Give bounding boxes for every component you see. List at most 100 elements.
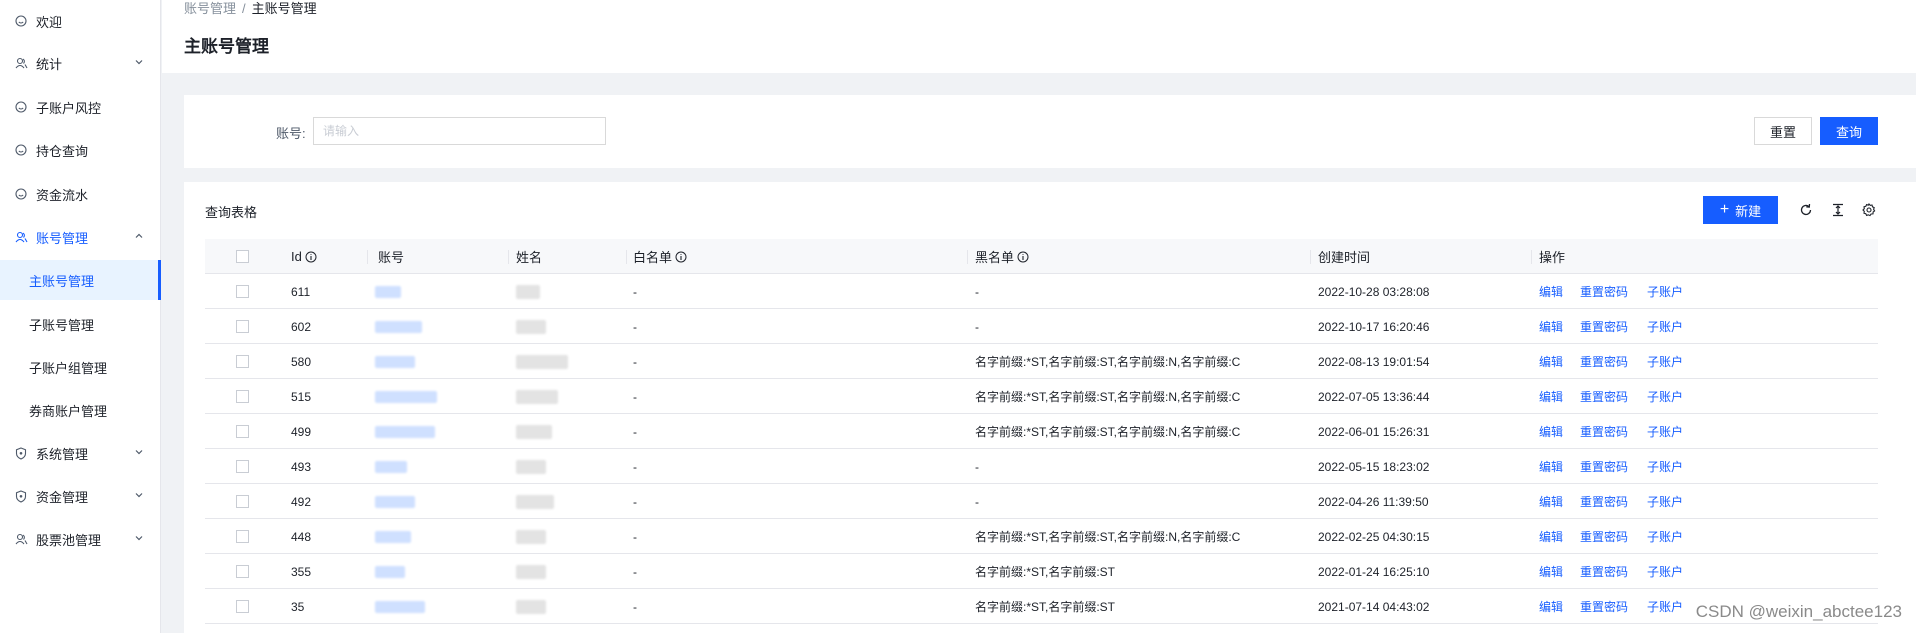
refresh-icon[interactable] [1798,202,1814,218]
row-checkbox[interactable] [236,460,249,473]
info-icon[interactable] [305,251,317,263]
cell-whitelist: - [633,564,637,579]
row-checkbox[interactable] [236,425,249,438]
menu-item-label: 券商账户管理 [29,403,108,419]
sub-account-link[interactable]: 子账户 [1647,484,1683,519]
reset-password-link[interactable]: 重置密码 [1580,449,1628,484]
cell-account [375,484,415,519]
redacted-value [375,565,405,578]
menu-item-label: 子账号管理 [29,317,95,333]
reset-password-link[interactable]: 重置密码 [1580,554,1628,589]
edit-link[interactable]: 编辑 [1539,344,1563,379]
menu-item-stock-pool[interactable]: 股票池管理 [0,519,161,559]
sub-account-link[interactable]: 子账户 [1647,274,1683,309]
query-button[interactable]: 查询 [1820,117,1878,145]
sub-account-link[interactable]: 子账户 [1647,309,1683,344]
reset-password-link[interactable]: 重置密码 [1580,484,1628,519]
sidebar: 欢迎 统计 子账户风控 持仓查询 资金流水 账号管理 主账号管理 子账号管理 子… [0,0,161,633]
edit-link[interactable]: 编辑 [1539,554,1563,589]
column-header-label: Id [291,249,302,264]
column-height-icon[interactable] [1830,202,1846,218]
edit-link[interactable]: 编辑 [1539,519,1563,554]
column-header-whitelist[interactable]: 白名单 [633,239,687,274]
sub-account-link[interactable]: 子账户 [1647,379,1683,414]
row-checkbox-cell [236,414,249,449]
redacted-value [516,529,546,544]
sub-account-link[interactable]: 子账户 [1647,589,1683,624]
menu-item-label: 子账户组管理 [29,360,108,376]
menu-item-risk-control[interactable]: 子账户风控 [0,87,161,127]
sub-account-link[interactable]: 子账户 [1647,449,1683,484]
menu-item-label: 资金管理 [36,489,89,505]
row-checkbox[interactable] [236,320,249,333]
cell-account [375,449,407,484]
redacted-value [375,460,407,473]
reset-password-link[interactable]: 重置密码 [1580,414,1628,449]
menu-item-main-account[interactable]: 主账号管理 [0,260,161,300]
row-checkbox[interactable] [236,390,249,403]
reset-button[interactable]: 重置 [1754,117,1812,145]
menu-item-welcome[interactable]: 欢迎 [0,1,161,41]
cell-name [516,274,540,309]
chevron-down-icon [133,532,147,546]
cell-id: 448 [291,529,312,544]
reset-password-link[interactable]: 重置密码 [1580,344,1628,379]
column-header-blacklist[interactable]: 黑名单 [975,239,1029,274]
edit-link[interactable]: 编辑 [1539,379,1563,414]
menu-item-positions[interactable]: 持仓查询 [0,130,161,170]
info-icon[interactable] [1017,251,1029,263]
smile-icon [14,143,28,157]
edit-link[interactable]: 编辑 [1539,484,1563,519]
menu-item-account-management[interactable]: 账号管理 [0,217,161,257]
info-icon[interactable] [675,251,687,263]
edit-link[interactable]: 编辑 [1539,414,1563,449]
new-button-label: 新建 [1735,203,1762,219]
new-button[interactable]: + 新建 [1703,196,1778,224]
row-checkbox-cell [236,309,249,344]
sub-account-link[interactable]: 子账户 [1647,519,1683,554]
reset-password-link[interactable]: 重置密码 [1580,589,1628,624]
cell-name [516,344,568,379]
reset-password-link[interactable]: 重置密码 [1580,309,1628,344]
settings-icon[interactable] [1861,202,1877,218]
row-checkbox[interactable] [236,355,249,368]
menu-item-system-management[interactable]: 系统管理 [0,433,161,473]
sub-account-link[interactable]: 子账户 [1647,344,1683,379]
menu-item-broker-account[interactable]: 券商账户管理 [0,390,161,430]
edit-link[interactable]: 编辑 [1539,449,1563,484]
reset-password-link[interactable]: 重置密码 [1580,274,1628,309]
table-header: Id 账号 姓名 白名单 黑名单 创建时间 操作 [205,239,1878,274]
edit-link[interactable]: 编辑 [1539,309,1563,344]
table-row: 580 - 名字前缀:*ST,名字前缀:ST,名字前缀:N,名字前缀:C 202… [205,344,1878,379]
edit-link[interactable]: 编辑 [1539,274,1563,309]
row-checkbox[interactable] [236,285,249,298]
cell-account [375,379,437,414]
menu-item-statistics[interactable]: 统计 [0,43,161,83]
cell-account [375,589,425,624]
row-checkbox[interactable] [236,600,249,613]
sub-account-link[interactable]: 子账户 [1647,554,1683,589]
menu-item-sub-account[interactable]: 子账号管理 [0,304,161,344]
edit-link[interactable]: 编辑 [1539,589,1563,624]
redacted-value [516,284,540,299]
search-card: 账号: 重置 查询 [184,95,1916,168]
row-checkbox[interactable] [236,495,249,508]
row-checkbox[interactable] [236,565,249,578]
chevron-down-icon [133,446,147,460]
sub-account-link[interactable]: 子账户 [1647,414,1683,449]
column-separator [967,250,968,264]
menu-item-fund-flow[interactable]: 资金流水 [0,174,161,214]
chevron-down-icon [133,489,147,503]
cell-account [375,519,411,554]
account-search-input[interactable] [313,117,606,145]
menu-item-sub-account-group[interactable]: 子账户组管理 [0,347,161,387]
row-checkbox[interactable] [236,530,249,543]
cell-blacklist: - [975,459,979,474]
reset-password-link[interactable]: 重置密码 [1580,519,1628,554]
reset-password-link[interactable]: 重置密码 [1580,379,1628,414]
column-header-id[interactable]: Id [291,239,317,274]
cell-created: 2021-07-14 04:43:02 [1318,599,1430,614]
select-all-checkbox[interactable] [236,250,249,263]
breadcrumb-item[interactable]: 账号管理 [184,1,236,16]
menu-item-fund-management[interactable]: 资金管理 [0,476,161,516]
